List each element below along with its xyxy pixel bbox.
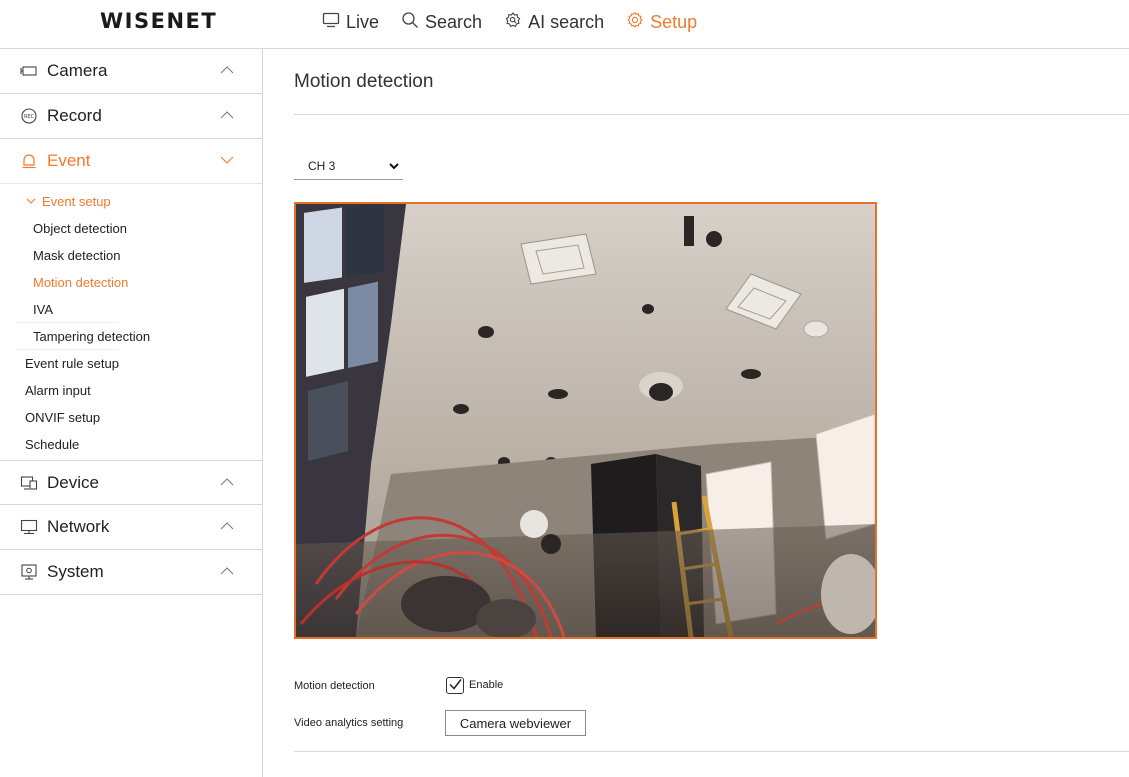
sidebar-menu-label: Network <box>47 517 110 536</box>
sidebar: Camera REC Record Event Event setup Obje… <box>0 49 263 777</box>
chevron-down-icon <box>26 198 36 204</box>
motion-detection-label: Motion detection <box>294 680 375 692</box>
system-icon <box>20 563 38 581</box>
channel-select-value: CH 3 <box>308 158 336 173</box>
divider <box>294 751 1129 752</box>
sidebar-menu-label: Device <box>47 472 99 492</box>
sidebar-item-schedule[interactable]: Schedule <box>0 431 262 458</box>
video-analytics-label: Video analytics setting <box>294 717 404 729</box>
sidebar-menu-label: Camera <box>47 61 108 80</box>
nav-search-label: Search <box>425 11 483 32</box>
chevron-down-icon <box>389 163 399 170</box>
sidebar-menu-event[interactable]: Event <box>0 139 262 184</box>
sidebar-item-motion-detection[interactable]: Motion detection <box>0 269 262 296</box>
sidebar-menu-network[interactable]: Network <box>0 505 262 550</box>
chevron-up-icon <box>220 111 234 119</box>
channel-select[interactable]: CH 3 <box>294 152 403 180</box>
top-header: WISENET Live Search AI search Setup <box>0 0 1129 49</box>
device-icon <box>20 474 38 492</box>
camera-scene-image <box>296 204 875 637</box>
chevron-up-icon <box>220 66 234 74</box>
nav-search[interactable]: Search <box>401 11 482 34</box>
camera-webviewer-button[interactable]: Camera webviewer <box>445 710 586 736</box>
sidebar-menu-label: Event <box>47 151 91 170</box>
search-icon <box>401 11 419 34</box>
gear-icon <box>626 11 644 34</box>
chevron-up-icon <box>220 478 234 486</box>
sidebar-item-tampering-label: Tampering detection <box>33 329 151 344</box>
sidebar-item-alarm-input[interactable]: Alarm input <box>0 377 262 404</box>
network-icon <box>20 518 38 536</box>
monitor-icon <box>322 11 340 34</box>
enable-label: Enable <box>469 679 504 691</box>
nav-live-label: Live <box>346 11 380 32</box>
sidebar-menu-label: Record <box>47 106 102 125</box>
chevron-up-icon <box>220 522 234 530</box>
rec-icon: REC <box>20 107 38 125</box>
chevron-up-icon <box>220 567 234 575</box>
sidebar-item-object-detection[interactable]: Object detection <box>0 215 262 242</box>
nav-ai-search[interactable]: AI search <box>504 11 604 34</box>
camera-video-preview[interactable] <box>294 202 877 639</box>
page-title: Motion detection <box>294 71 434 92</box>
wisenet-logo: WISENET <box>100 9 218 33</box>
svg-text:REC: REC <box>24 114 35 120</box>
chevron-down-icon <box>220 156 234 164</box>
bell-icon <box>20 152 38 170</box>
nav-ai-search-label: AI search <box>528 11 605 32</box>
sidebar-item-mask-detection[interactable]: Mask detection <box>0 242 262 269</box>
nav-setup[interactable]: Setup <box>626 11 697 34</box>
event-setup-toggle[interactable]: Event setup <box>0 188 262 215</box>
sidebar-item-tampering-detection[interactable]: Tampering detection <box>0 323 262 350</box>
event-setup-label: Event setup <box>42 194 111 209</box>
nav-setup-label: Setup <box>650 11 698 32</box>
ai-search-icon <box>504 11 522 34</box>
sidebar-item-iva[interactable]: IVA <box>0 296 262 323</box>
sidebar-menu-record[interactable]: REC Record <box>0 94 262 139</box>
sidebar-menu-camera[interactable]: Camera <box>0 49 262 94</box>
sidebar-item-iva-label: IVA <box>33 302 53 317</box>
sidebar-item-event-rule-setup[interactable]: Event rule setup <box>0 350 262 377</box>
sidebar-menu-device[interactable]: Device <box>0 460 262 505</box>
main-content: Motion detection CH 3 Motion detection E… <box>263 49 1129 777</box>
camera-icon <box>20 62 38 80</box>
top-nav: Live Search AI search Setup <box>322 0 697 44</box>
checkmark-icon <box>449 679 462 690</box>
event-submenu: Event setup Object detection Mask detect… <box>0 184 262 460</box>
divider <box>294 114 1129 115</box>
sidebar-item-onvif-setup[interactable]: ONVIF setup <box>0 404 262 431</box>
sidebar-menu-label: System <box>47 562 104 581</box>
nav-live[interactable]: Live <box>322 11 379 34</box>
sidebar-menu-system[interactable]: System <box>0 550 262 595</box>
enable-checkbox[interactable] <box>446 677 464 694</box>
